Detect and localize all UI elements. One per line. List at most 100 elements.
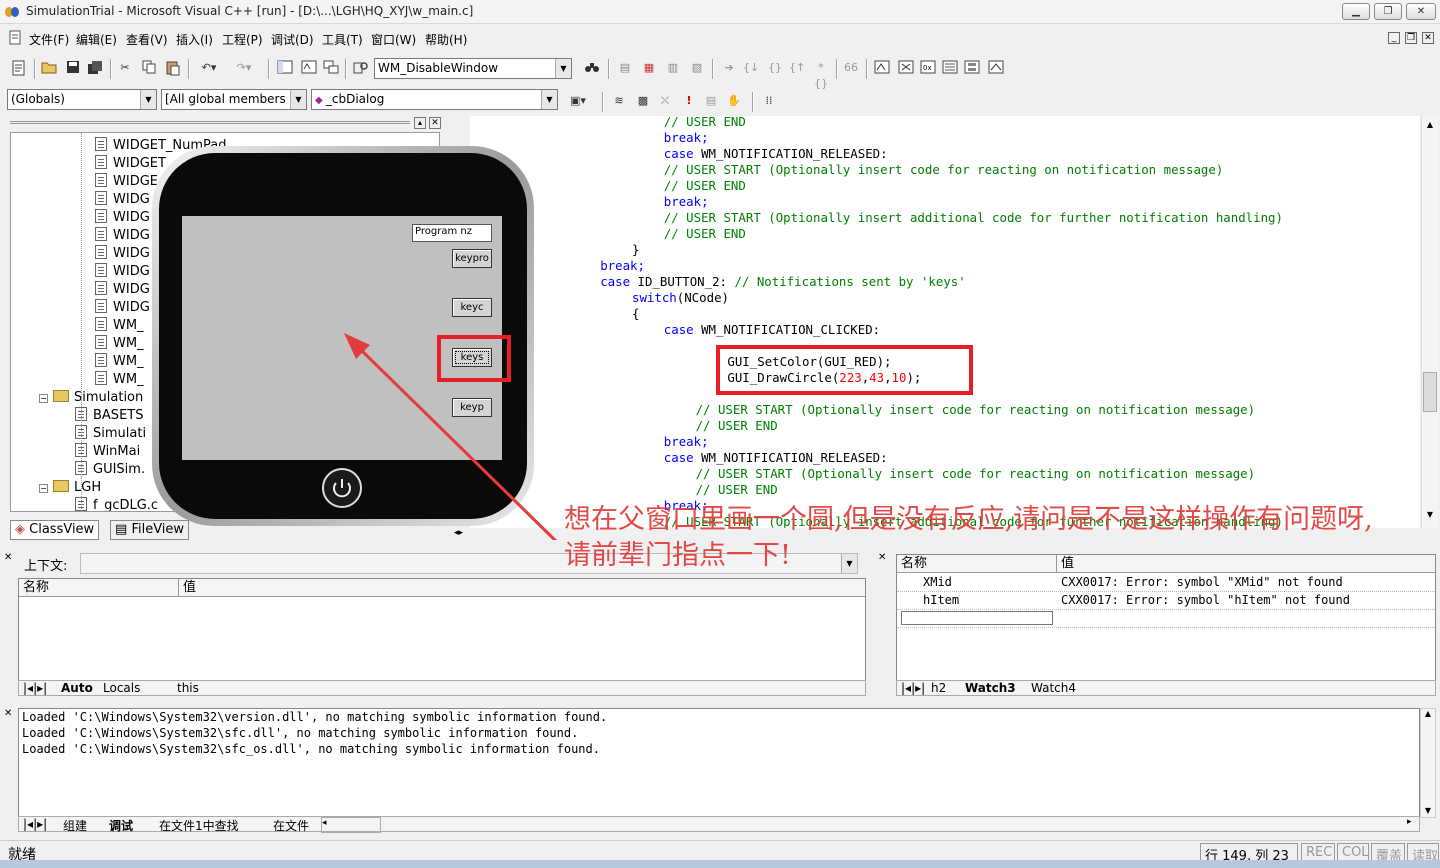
step-into-icon[interactable]: {↓ [742,59,760,77]
insert-breakpoint-icon[interactable]: ▤ [702,92,720,110]
tree-file[interactable]: WinMai [75,443,140,461]
panel-gripper[interactable] [10,121,410,124]
tab-find-in-files-2[interactable]: 在文件 [273,817,309,833]
mdi-restore-button[interactable]: ❐ [1405,32,1417,44]
cut-icon[interactable]: ✂ [116,59,134,77]
build-all-icon[interactable]: ▩ [634,92,652,110]
output-window-icon[interactable] [300,59,318,77]
output-horizontal-scrollbar[interactable]: ◂ [321,817,381,833]
compile-icon[interactable]: ▤ [616,59,634,77]
menu-tools[interactable]: 工具(T) [322,31,363,48]
tree-file[interactable]: Simulati [75,425,146,443]
watch-window-icon[interactable] [873,59,891,77]
tree-file[interactable]: f_gcDLG.c [75,497,158,511]
tree-folder[interactable]: − LGH [39,479,101,497]
collapse-icon[interactable]: − [39,394,48,403]
save-all-icon[interactable] [86,59,104,77]
tree-file[interactable]: WIDG [95,191,150,209]
disassembly-icon[interactable] [987,59,1005,77]
build-stack-icon[interactable]: ≋ [610,92,628,110]
stop-build-icon[interactable]: ▥ [664,59,682,77]
scroll-right-arrow-icon[interactable]: ▸ [1407,817,1412,833]
menu-debug[interactable]: 调试(D) [271,31,314,48]
tree-file[interactable]: WM_ [95,371,144,389]
tab-auto[interactable]: Auto [61,681,93,697]
tree-file[interactable]: WIDG [95,299,150,317]
menu-file[interactable]: 文件(F) [29,31,69,48]
find-combo[interactable]: WM_DisableWindow ▼ [374,58,572,79]
save-icon[interactable] [64,59,82,77]
close-button[interactable]: ✕ [1406,3,1436,20]
undo-icon[interactable]: ↶▾ [196,59,222,77]
sim-button-keyc[interactable]: keyc [452,298,492,317]
menu-view[interactable]: 查看(V) [126,31,168,48]
minimize-button[interactable]: ▁ [1342,3,1370,20]
collapse-icon[interactable]: − [39,484,48,493]
member-combo[interactable]: ◆ _cbDialog ▼ [311,89,558,110]
tree-file[interactable]: WIDG [95,209,150,227]
find-in-files-icon[interactable] [352,59,370,77]
mdi-close-button[interactable]: ✕ [1422,32,1434,44]
copy-icon[interactable] [140,59,158,77]
watch-new-entry-field[interactable] [901,611,1053,625]
scroll-down-arrow-icon[interactable]: ▼ [1423,508,1437,522]
quickwatch-icon[interactable]: 66 [842,59,860,77]
build-icon[interactable]: ▦ [640,59,658,77]
code-editor[interactable]: // USER END break; case WM_NOTIFICATION_RE… [470,116,1420,528]
tree-file[interactable]: WIDG [95,263,150,281]
menu-window[interactable]: 窗口(W) [371,31,416,48]
variables-col-value[interactable]: 值 [179,579,865,597]
variables-close-icon[interactable]: ✕ [4,552,14,566]
tree-file[interactable]: WIDG [95,281,150,299]
watch-row-name[interactable]: XMid [923,575,952,589]
chevron-down-icon[interactable]: ▼ [290,90,306,109]
go-icon[interactable]: ➔ [720,59,738,77]
redo-icon[interactable]: ↷▾ [230,59,258,77]
stop-icon[interactable]: ⛌ [656,92,674,110]
tree-file[interactable]: WIDGE [95,173,158,191]
chevron-down-icon[interactable]: ▼ [541,90,557,109]
paste-icon[interactable] [164,59,182,77]
chevron-down-icon[interactable]: ▼ [140,90,156,109]
panel-close-button[interactable]: ✕ [429,117,441,129]
tab-build[interactable]: 组建 [63,817,87,833]
search-binoculars-icon[interactable] [583,59,601,77]
execute-icon[interactable]: ▧ [688,59,706,77]
sim-button-keypro[interactable]: keypro [452,249,492,268]
menu-help[interactable]: 帮助(H) [425,31,467,48]
scroll-up-arrow-icon[interactable]: ▲ [1421,709,1435,718]
workspace-icon[interactable] [276,59,294,77]
tree-file[interactable]: BASETS [75,407,143,425]
variables-list[interactable]: 名称 值 [18,578,866,682]
memory-window-icon[interactable] [941,59,959,77]
tree-file[interactable]: WIDG [95,227,150,245]
tab-debug[interactable]: 调试 [109,817,133,833]
output-window[interactable]: Loaded 'C:\Windows\System32\version.dll'… [18,708,1420,818]
panel-expand-button[interactable]: ▴ [414,117,426,129]
tab-watch4[interactable]: Watch4 [1031,681,1076,697]
tab-scroll-arrows[interactable]: |◂|▸| [23,817,47,833]
open-folder-icon[interactable] [40,59,58,77]
tree-folder[interactable]: − Simulation [39,389,143,407]
menu-edit[interactable]: 编辑(E) [76,31,117,48]
output-vertical-scrollbar[interactable]: ▲ ▼ [1420,708,1436,818]
menu-project[interactable]: 工程(P) [222,31,263,48]
tree-file[interactable]: WIDG [95,245,150,263]
call-stack-icon[interactable] [963,59,981,77]
tab-watch3[interactable]: Watch3 [965,681,1016,697]
execute-exclamation-icon[interactable]: ! [680,92,698,110]
filter-combo[interactable]: [All global members ▼ [161,89,307,110]
window-list-icon[interactable] [322,59,340,77]
wizard-action-icon[interactable]: ▣▾ [563,92,593,110]
tab-classview[interactable]: ◈ ClassView [10,520,100,540]
watch-row-name[interactable]: hItem [923,593,959,607]
step-out-icon[interactable]: {↑ [788,59,806,77]
toolbar-options-icon[interactable]: ⁞⁞ [760,92,778,110]
tree-file[interactable]: GUISim. [75,461,145,479]
tree-file[interactable]: WM_ [95,335,144,353]
tab-locals[interactable]: Locals [103,681,140,697]
run-to-cursor-icon[interactable]: *{} [812,59,830,90]
tree-file[interactable]: WM_ [95,317,144,335]
chevron-down-icon[interactable]: ▼ [555,59,571,78]
variables-col-name[interactable]: 名称 [19,579,179,597]
